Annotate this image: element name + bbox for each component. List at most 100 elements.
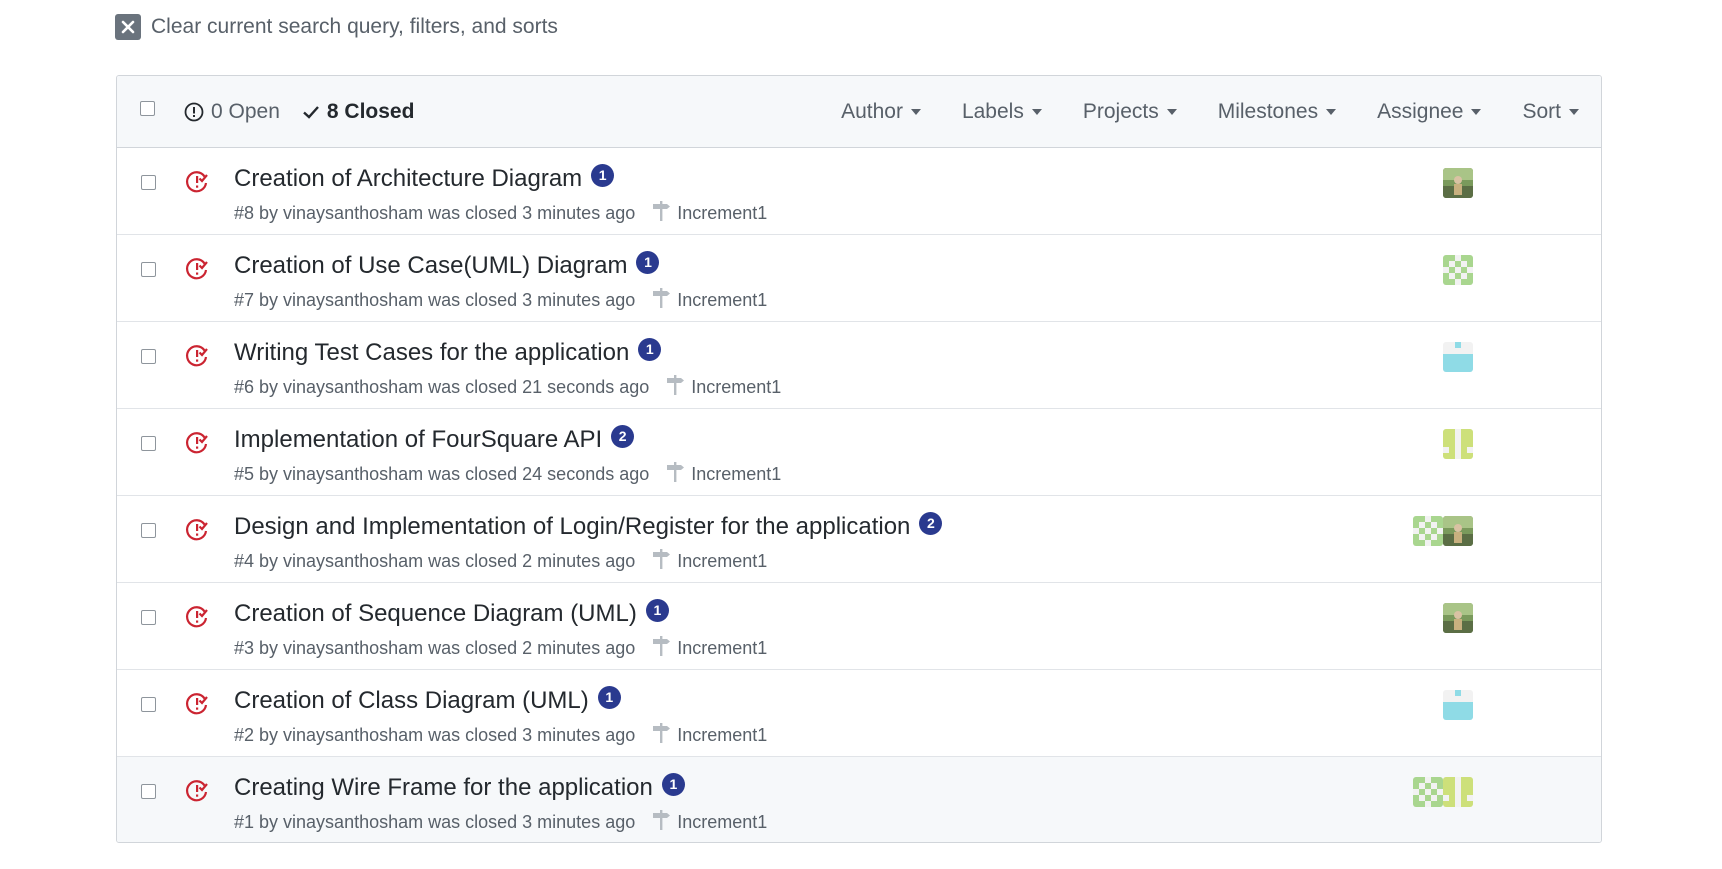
milestone-icon (651, 200, 671, 227)
issue-checkbox[interactable] (141, 262, 156, 277)
issue-checkbox[interactable] (141, 175, 156, 190)
open-issues-tab[interactable]: 0 Open (184, 100, 280, 124)
issue-title-link[interactable]: Implementation of FourSquare API (234, 426, 602, 454)
filter-labels[interactable]: Labels (962, 100, 1042, 124)
check-icon (303, 106, 319, 119)
issue-closed-icon (185, 257, 209, 286)
filter-projects[interactable]: Projects (1083, 100, 1177, 124)
milestone-icon (651, 548, 671, 575)
issue-title-link[interactable]: Creation of Architecture Diagram (234, 165, 582, 193)
assignee-avatar[interactable] (1443, 690, 1473, 720)
milestone-link[interactable]: Increment1 (651, 722, 767, 749)
milestone-link[interactable]: Increment1 (665, 461, 781, 488)
milestone-icon (651, 722, 671, 749)
comment-count-badge[interactable]: 2 (611, 424, 635, 448)
assignee-avatar[interactable] (1443, 516, 1473, 546)
milestone-link[interactable]: Increment1 (651, 635, 767, 662)
assignee-avatar[interactable] (1443, 342, 1473, 372)
x-icon[interactable] (115, 14, 141, 40)
caret-down-icon (910, 109, 921, 115)
issue-title-link[interactable]: Creation of Use Case(UML) Diagram (234, 252, 627, 280)
milestone-link[interactable]: Increment1 (651, 548, 767, 575)
comment-count-badge[interactable]: 1 (645, 598, 669, 622)
assignee-avatar[interactable] (1443, 255, 1473, 285)
assignee-avatar[interactable] (1443, 777, 1473, 807)
assignees (1413, 777, 1473, 807)
issue-closed-icon (185, 692, 209, 721)
assignee-avatar[interactable] (1413, 516, 1443, 546)
comment-count-badge[interactable]: 1 (636, 250, 660, 274)
issue-row[interactable]: Creating Wire Frame for the application 1… (117, 757, 1601, 842)
comment-count-badge[interactable]: 1 (661, 772, 685, 796)
issue-closed-icon (185, 170, 209, 199)
issue-row[interactable]: Creation of Architecture Diagram 1 #8 by v… (117, 148, 1601, 235)
milestone-label: Increment1 (677, 203, 768, 223)
assignees (1413, 516, 1473, 546)
comment-count-badge[interactable]: 1 (638, 337, 662, 361)
assignees (1443, 429, 1473, 459)
comment-count-badge[interactable]: 2 (919, 511, 943, 535)
issue-checkbox[interactable] (141, 523, 156, 538)
clear-search-label[interactable]: Clear current search query, filters, and… (151, 15, 558, 39)
issue-checkbox[interactable] (141, 697, 156, 712)
issue-row[interactable]: Writing Test Cases for the application 1 #… (117, 322, 1601, 409)
assignee-avatar[interactable] (1443, 168, 1473, 198)
assignee-avatar[interactable] (1413, 777, 1443, 807)
issue-closed-icon (185, 605, 209, 634)
issue-title-link[interactable]: Writing Test Cases for the application (234, 339, 629, 367)
open-count-label: 0 Open (211, 100, 280, 123)
assignee-avatar[interactable] (1443, 429, 1473, 459)
milestone-link[interactable]: Increment1 (651, 287, 767, 314)
issue-title-link[interactable]: Creation of Sequence Diagram (UML) (234, 600, 637, 628)
milestone-link[interactable]: Increment1 (651, 200, 767, 227)
clear-search-link[interactable]: Clear current search query, filters, and… (115, 14, 558, 40)
caret-down-icon (1569, 109, 1579, 115)
issue-checkbox[interactable] (141, 784, 156, 799)
milestone-icon (665, 461, 685, 488)
issue-checkbox[interactable] (141, 610, 156, 625)
issue-title-link[interactable]: Design and Implementation of Login/Regis… (234, 513, 910, 541)
issue-closed-icon (185, 779, 209, 808)
filter-author[interactable]: Author (841, 100, 921, 124)
issue-checkbox[interactable] (141, 349, 156, 364)
issue-meta: #8 by vinaysanthosham was closed 3 minut… (234, 203, 636, 223)
caret-down-icon (1166, 109, 1177, 115)
issue-rows: Creation of Architecture Diagram 1 #8 by v… (117, 148, 1601, 842)
filter-assignee[interactable]: Assignee (1377, 100, 1482, 124)
closed-issues-tab[interactable]: 8 Closed (302, 100, 414, 124)
milestone-icon (665, 374, 685, 401)
milestone-label: Increment1 (677, 551, 768, 571)
milestone-icon (651, 635, 671, 662)
assignees (1443, 342, 1473, 372)
issue-meta: #7 by vinaysanthosham was closed 3 minut… (234, 290, 636, 310)
issue-row[interactable]: Creation of Class Diagram (UML) 1 #2 by vi… (117, 670, 1601, 757)
issue-checkbox[interactable] (141, 436, 156, 451)
assignees (1443, 255, 1473, 285)
milestone-label: Increment1 (691, 377, 782, 397)
filter-sort[interactable]: Sort (1522, 100, 1579, 124)
issue-closed-icon (185, 344, 209, 373)
assignees (1443, 603, 1473, 633)
comment-count-badge[interactable]: 1 (591, 163, 615, 187)
milestone-link[interactable]: Increment1 (651, 809, 767, 836)
issue-row[interactable]: Creation of Sequence Diagram (UML) 1 #3 by… (117, 583, 1601, 670)
select-all-checkbox[interactable] (140, 101, 155, 116)
assignee-avatar[interactable] (1443, 603, 1473, 633)
comment-count-badge[interactable]: 1 (597, 685, 621, 709)
issue-meta: #4 by vinaysanthosham was closed 2 minut… (234, 551, 636, 571)
issue-row[interactable]: Design and Implementation of Login/Regis… (117, 496, 1601, 583)
issue-closed-icon (185, 431, 209, 460)
issue-opened-icon (184, 102, 204, 122)
caret-down-icon (1471, 109, 1482, 115)
milestone-link[interactable]: Increment1 (665, 374, 781, 401)
issue-title-link[interactable]: Creation of Class Diagram (UML) (234, 687, 589, 715)
milestone-label: Increment1 (677, 638, 768, 658)
filter-milestones[interactable]: Milestones (1218, 100, 1337, 124)
milestone-label: Increment1 (677, 812, 768, 832)
caret-down-icon (1326, 109, 1337, 115)
issue-title-link[interactable]: Creating Wire Frame for the application (234, 774, 653, 802)
issue-row[interactable]: Implementation of FourSquare API 2 #5 by v… (117, 409, 1601, 496)
issue-row[interactable]: Creation of Use Case(UML) Diagram 1 #7 by … (117, 235, 1601, 322)
milestone-icon (651, 287, 671, 314)
issue-meta: #1 by vinaysanthosham was closed 3 minut… (234, 812, 636, 832)
